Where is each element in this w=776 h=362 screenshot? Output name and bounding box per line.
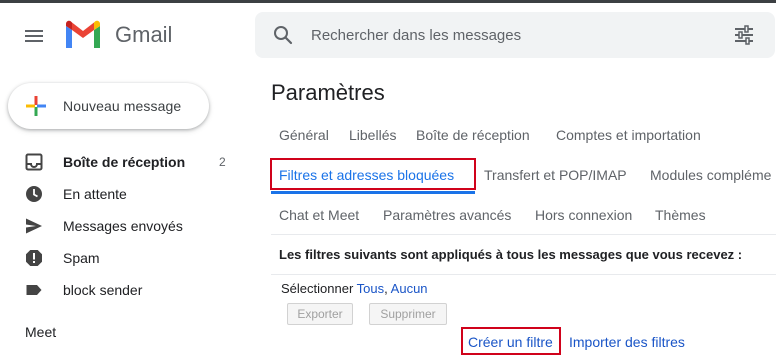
gmail-m-icon [66, 20, 100, 48]
sidebar-item-label: Boîte de réception [63, 154, 186, 170]
tab-themes[interactable]: Thèmes [655, 207, 706, 223]
sidebar-item-label: block sender [63, 282, 143, 298]
gmail-logo[interactable] [64, 20, 102, 50]
unread-count: 2 [219, 155, 226, 169]
tab-chat-meet[interactable]: Chat et Meet [279, 207, 359, 223]
sidebar-item-label: Spam [63, 250, 100, 266]
spam-icon [26, 250, 42, 266]
tab-accounts-import[interactable]: Comptes et importation [556, 127, 701, 143]
tab-general[interactable]: Général [279, 127, 329, 143]
select-label: Sélectionner [281, 281, 354, 296]
hamburger-icon [25, 30, 43, 42]
active-tab-indicator [271, 191, 475, 194]
description-divider [271, 274, 776, 275]
sidebar-item-label: En attente [63, 186, 127, 202]
meet-section-heading: Meet [25, 324, 57, 340]
tab-inbox[interactable]: Boîte de réception [416, 127, 530, 143]
export-button[interactable]: Exporter [287, 303, 353, 325]
tab-offline[interactable]: Hors connexion [535, 207, 632, 223]
compose-button[interactable]: Nouveau message [8, 83, 209, 129]
inbox-icon [25, 153, 43, 171]
search-icon[interactable] [271, 23, 295, 47]
select-none-link[interactable]: Aucun [391, 281, 428, 296]
select-separator: , [384, 281, 388, 296]
sidebar-item-spam[interactable]: Spam [0, 242, 240, 274]
sidebar-item-label: Messages envoyés [63, 218, 183, 234]
create-filter-link[interactable]: Créer un filtre [468, 334, 553, 350]
filters-description: Les filtres suivants sont appliqués à to… [279, 247, 743, 262]
label-icon [26, 285, 42, 295]
page-title: Paramètres [271, 80, 385, 105]
tab-forwarding-pop-imap[interactable]: Transfert et POP/IMAP [484, 167, 627, 183]
sidebar-item-block-sender[interactable]: block sender [0, 274, 240, 306]
tab-filters-blocked[interactable]: Filtres et adresses bloquées [279, 167, 454, 183]
delete-button[interactable]: Supprimer [369, 303, 447, 325]
search-bar[interactable] [255, 12, 775, 58]
select-row: Sélectionner Tous, Aucun [281, 281, 428, 296]
search-options-icon[interactable] [733, 24, 755, 46]
sidebar-item-inbox[interactable]: Boîte de réception 2 [0, 146, 240, 178]
sidebar-item-snoozed[interactable]: En attente [0, 178, 240, 210]
tab-labels[interactable]: Libellés [349, 127, 396, 143]
main-menu-button[interactable] [22, 24, 46, 48]
compose-label: Nouveau message [63, 98, 182, 114]
tab-addons[interactable]: Modules compléme [650, 167, 776, 183]
tab-advanced[interactable]: Paramètres avancés [383, 207, 511, 223]
search-input[interactable] [311, 12, 711, 58]
app-name: Gmail [115, 22, 173, 47]
import-filters-link[interactable]: Importer des filtres [569, 334, 685, 350]
select-all-link[interactable]: Tous [357, 281, 384, 296]
window-top-border [0, 0, 776, 3]
tabs-divider [271, 234, 776, 235]
compose-plus-icon [26, 96, 46, 116]
sidebar-item-sent[interactable]: Messages envoyés [0, 210, 240, 242]
clock-icon [26, 186, 42, 202]
send-icon [26, 218, 42, 234]
